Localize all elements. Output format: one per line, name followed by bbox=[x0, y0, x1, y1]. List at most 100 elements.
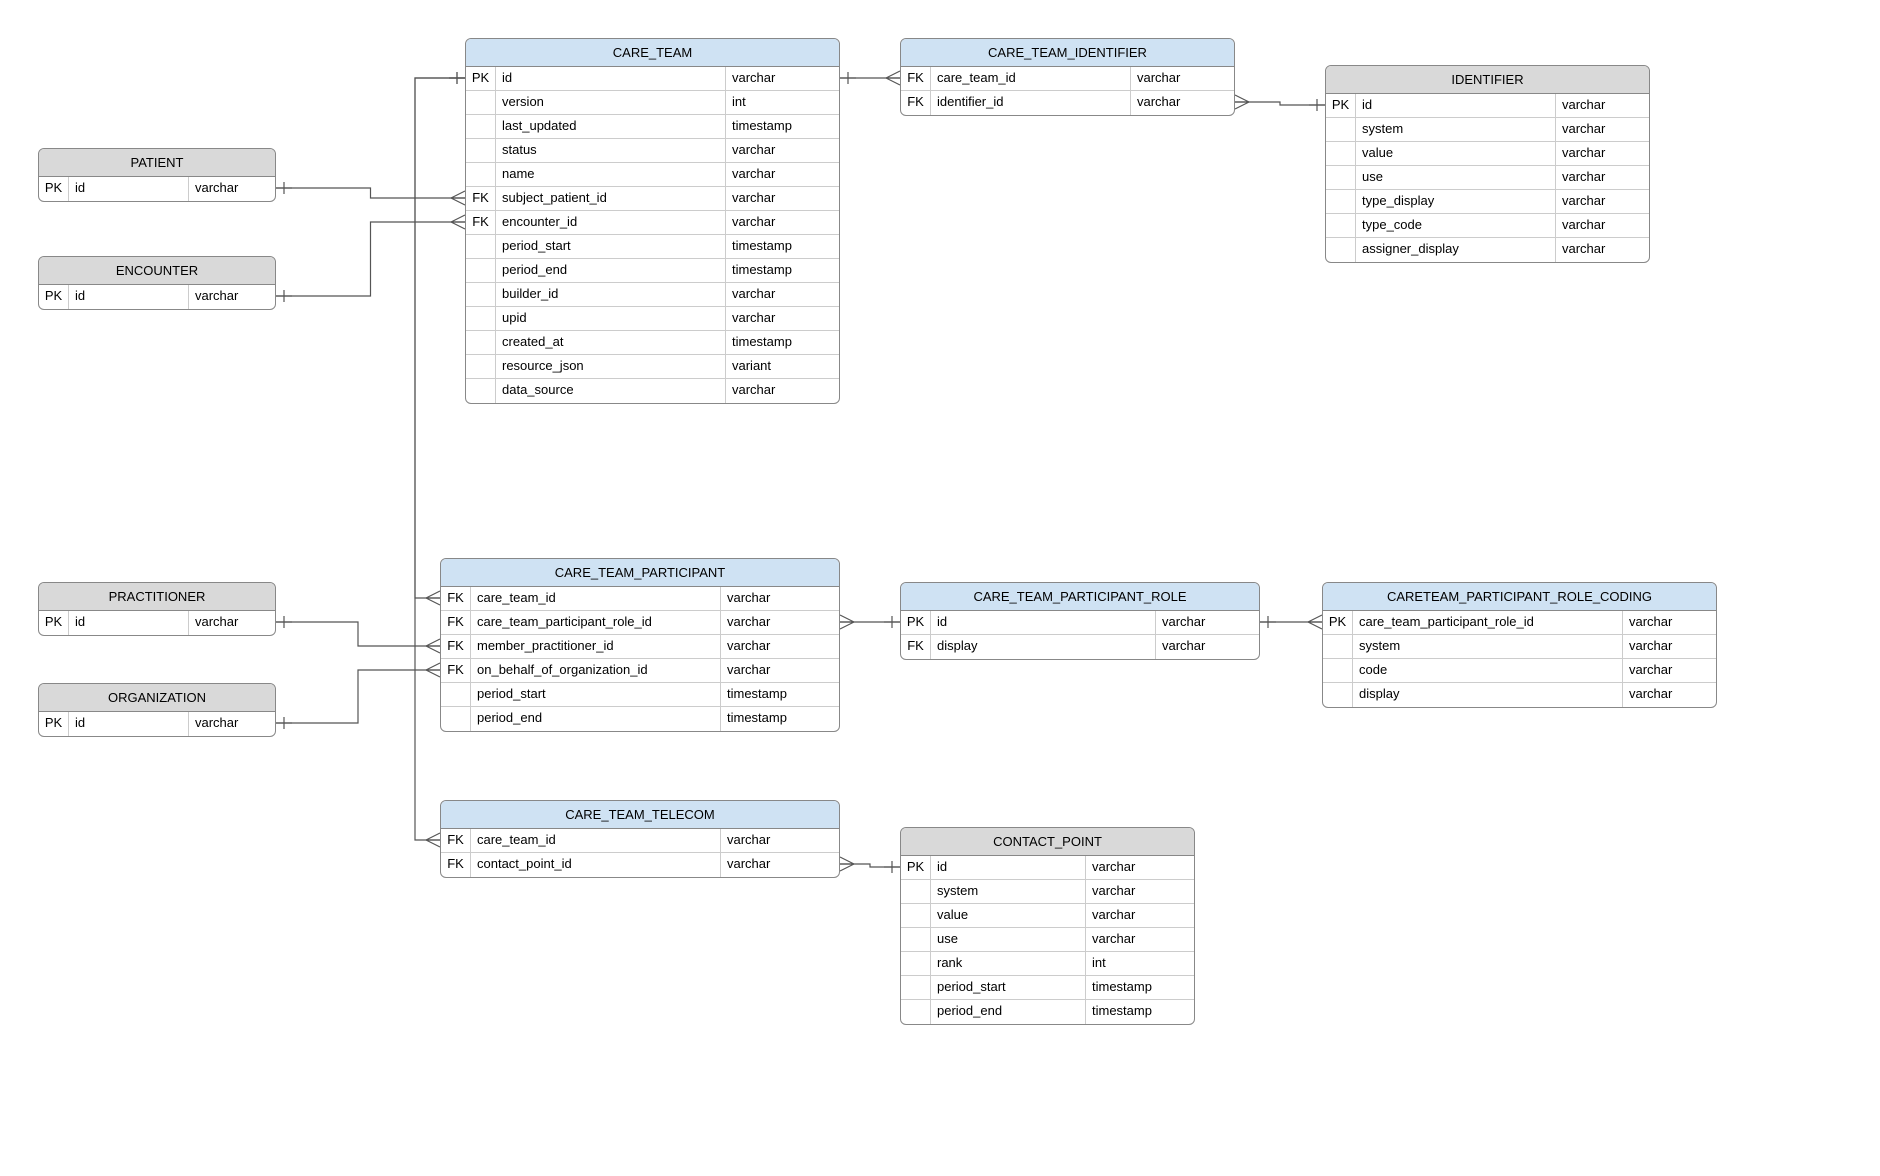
key-cell bbox=[466, 259, 496, 282]
key-cell bbox=[466, 355, 496, 378]
type-cell: varchar bbox=[1556, 238, 1631, 262]
cardinality-marker bbox=[276, 616, 292, 628]
type-cell: varchar bbox=[1556, 94, 1631, 117]
entity-identifier: IDENTIFIERPKidvarcharsystemvarcharvaluev… bbox=[1325, 65, 1650, 263]
name-cell: encounter_id bbox=[496, 211, 726, 234]
table-row: PKidvarchar bbox=[39, 611, 275, 635]
entity-title: PRACTITIONER bbox=[39, 583, 275, 611]
name-cell: rank bbox=[931, 952, 1086, 975]
key-cell bbox=[466, 379, 496, 403]
name-cell: value bbox=[931, 904, 1086, 927]
type-cell: varchar bbox=[1156, 635, 1231, 659]
key-cell bbox=[441, 707, 471, 731]
entity-title: PATIENT bbox=[39, 149, 275, 177]
cardinality-marker bbox=[451, 215, 465, 229]
name-cell: name bbox=[496, 163, 726, 186]
table-row: valuevarchar bbox=[901, 904, 1194, 928]
relation-line bbox=[276, 188, 465, 198]
key-cell: PK bbox=[39, 712, 69, 736]
key-cell bbox=[901, 880, 931, 903]
key-cell bbox=[466, 115, 496, 138]
cardinality-marker bbox=[1260, 616, 1276, 628]
name-cell: id bbox=[1356, 94, 1556, 117]
table-row: data_sourcevarchar bbox=[466, 379, 839, 403]
name-cell: care_team_id bbox=[471, 587, 721, 610]
key-cell bbox=[1323, 659, 1353, 682]
type-cell: varchar bbox=[1556, 190, 1631, 213]
type-cell: varchar bbox=[726, 67, 816, 90]
key-cell bbox=[1323, 635, 1353, 658]
key-cell bbox=[1326, 190, 1356, 213]
key-cell: FK bbox=[441, 853, 471, 877]
cardinality-marker bbox=[1309, 99, 1325, 111]
cardinality-marker bbox=[840, 72, 856, 84]
key-cell: FK bbox=[901, 635, 931, 659]
name-cell: assigner_display bbox=[1356, 238, 1556, 262]
cardinality-marker bbox=[449, 72, 465, 84]
entity-title: CONTACT_POINT bbox=[901, 828, 1194, 856]
type-cell: varchar bbox=[1131, 91, 1206, 115]
table-row: usevarchar bbox=[901, 928, 1194, 952]
name-cell: use bbox=[1356, 166, 1556, 189]
key-cell bbox=[1326, 238, 1356, 262]
type-cell: varchar bbox=[1623, 611, 1698, 634]
name-cell: display bbox=[931, 635, 1156, 659]
key-cell bbox=[466, 139, 496, 162]
type-cell: varchar bbox=[1623, 635, 1698, 658]
relation-line bbox=[276, 222, 465, 296]
name-cell: id bbox=[69, 177, 189, 201]
name-cell: id bbox=[69, 611, 189, 635]
entity-title: CARE_TEAM_TELECOM bbox=[441, 801, 839, 829]
cardinality-marker bbox=[840, 615, 854, 629]
table-row: FKcare_team_idvarchar bbox=[901, 67, 1234, 91]
table-row: statusvarchar bbox=[466, 139, 839, 163]
name-cell: id bbox=[496, 67, 726, 90]
type-cell: varchar bbox=[1556, 166, 1631, 189]
type-cell: varchar bbox=[189, 285, 257, 309]
type-cell: varchar bbox=[1131, 67, 1206, 90]
name-cell: type_display bbox=[1356, 190, 1556, 213]
type-cell: timestamp bbox=[1086, 976, 1176, 999]
name-cell: type_code bbox=[1356, 214, 1556, 237]
entity-contact-point: CONTACT_POINTPKidvarcharsystemvarcharval… bbox=[900, 827, 1195, 1025]
type-cell: varchar bbox=[1556, 214, 1631, 237]
table-row: created_attimestamp bbox=[466, 331, 839, 355]
type-cell: timestamp bbox=[726, 235, 816, 258]
entity-care-team-participant: CARE_TEAM_PARTICIPANTFKcare_team_idvarch… bbox=[440, 558, 840, 732]
table-row: FKcontact_point_idvarchar bbox=[441, 853, 839, 877]
relation-line bbox=[1235, 102, 1325, 105]
entity-care-team: CARE_TEAMPKidvarcharversionintlast_updat… bbox=[465, 38, 840, 404]
key-cell bbox=[901, 928, 931, 951]
entity-title: CARETEAM_PARTICIPANT_ROLE_CODING bbox=[1323, 583, 1716, 611]
key-cell bbox=[1326, 166, 1356, 189]
key-cell: FK bbox=[441, 611, 471, 634]
key-cell bbox=[466, 283, 496, 306]
table-row: builder_idvarchar bbox=[466, 283, 839, 307]
table-row: PKidvarchar bbox=[466, 67, 839, 91]
table-row: type_displayvarchar bbox=[1326, 190, 1649, 214]
name-cell: period_start bbox=[496, 235, 726, 258]
table-row: FKdisplayvarchar bbox=[901, 635, 1259, 659]
cardinality-marker bbox=[449, 72, 465, 84]
type-cell: varchar bbox=[721, 853, 811, 877]
cardinality-marker bbox=[426, 639, 440, 653]
entity-practitioner: PRACTITIONERPKidvarchar bbox=[38, 582, 276, 636]
cardinality-marker bbox=[276, 290, 292, 302]
type-cell: timestamp bbox=[726, 115, 816, 138]
cardinality-marker bbox=[1308, 615, 1322, 629]
table-row: PKidvarchar bbox=[39, 285, 275, 309]
key-cell: PK bbox=[901, 856, 931, 879]
cardinality-marker bbox=[426, 663, 440, 677]
key-cell: FK bbox=[901, 91, 931, 115]
key-cell: FK bbox=[441, 829, 471, 852]
entity-title: CARE_TEAM_PARTICIPANT_ROLE bbox=[901, 583, 1259, 611]
name-cell: contact_point_id bbox=[471, 853, 721, 877]
type-cell: varchar bbox=[1623, 659, 1698, 682]
type-cell: int bbox=[1086, 952, 1176, 975]
key-cell: PK bbox=[1323, 611, 1353, 634]
type-cell: variant bbox=[726, 355, 816, 378]
entity-careteam-participant-role-coding: CARETEAM_PARTICIPANT_ROLE_CODINGPKcare_t… bbox=[1322, 582, 1717, 708]
name-cell: care_team_id bbox=[471, 829, 721, 852]
key-cell: FK bbox=[441, 587, 471, 610]
type-cell: varchar bbox=[1086, 928, 1176, 951]
